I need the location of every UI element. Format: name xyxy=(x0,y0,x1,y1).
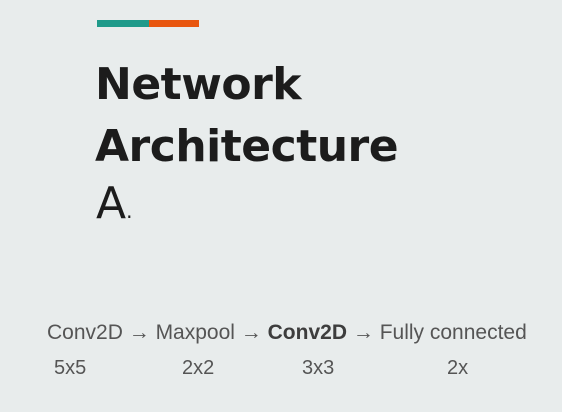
pipeline-step-maxpool: Maxpool xyxy=(155,321,235,344)
subtitle-suffix: . xyxy=(126,199,133,223)
pipeline-step-conv2d-highlighted: Conv2D xyxy=(267,321,347,344)
pipeline: Conv2D → Maxpool → Conv2D → Fully connec… xyxy=(47,320,527,346)
accent-segment-teal xyxy=(97,20,149,27)
accent-bar xyxy=(97,20,199,27)
pipeline-step-fully-connected: Fully connected xyxy=(379,321,527,344)
param-conv2d-kernel: 5x5 xyxy=(54,357,87,379)
accent-segment-orange xyxy=(149,20,199,27)
param-maxpool-size: 2x2 xyxy=(182,357,215,379)
title-line-1: Network xyxy=(95,59,302,110)
subtitle-text: A xyxy=(96,178,127,229)
pipeline-step-conv2d: Conv2D xyxy=(47,321,123,344)
arrow-icon: → xyxy=(128,321,150,344)
arrow-icon: → xyxy=(352,321,374,344)
arrow-icon: → xyxy=(240,321,262,344)
param-conv2d-kernel-2: 3x3 xyxy=(302,357,335,379)
page-title: Network Architecture xyxy=(95,54,399,178)
subtitle: A. xyxy=(96,178,132,237)
param-fully-connected: 2x xyxy=(447,357,469,379)
title-line-2: Architecture xyxy=(95,121,399,172)
